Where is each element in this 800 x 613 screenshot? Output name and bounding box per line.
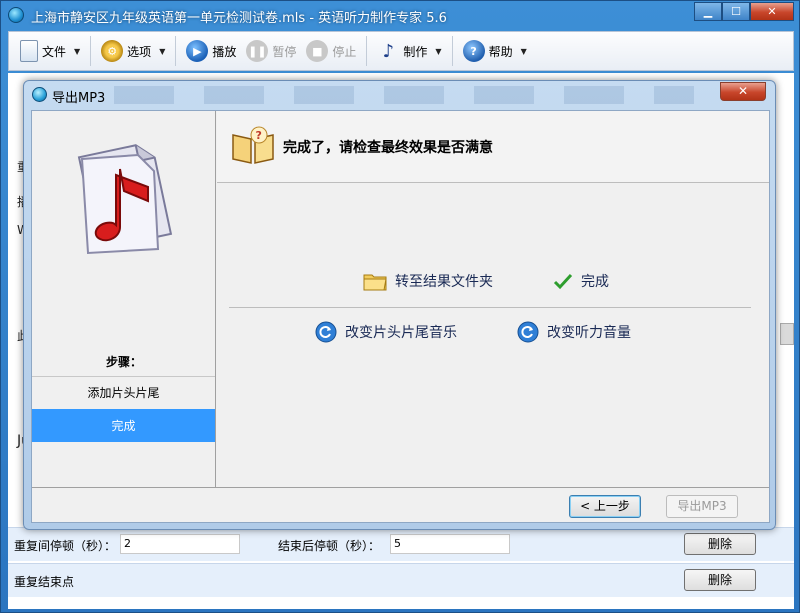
title-bar: 上海市静安区九年级英语第一单元检测试卷.mls - 英语听力制作专家 5.6 ▁…: [1, 1, 799, 29]
maximize-button[interactable]: ☐: [722, 2, 750, 21]
file-menu-label: 文件: [42, 44, 67, 59]
gear-icon: ⚙: [101, 40, 124, 62]
play-label: 播放: [212, 44, 237, 59]
change-listening-volume-label: 改变听力音量: [547, 325, 631, 341]
toolbar-separator: [451, 36, 453, 66]
change-intro-outro-music-link[interactable]: 改变片头片尾音乐: [315, 321, 457, 343]
help-menu-button[interactable]: ? 帮助 ▼: [458, 36, 532, 66]
minimize-button[interactable]: ▁: [694, 2, 722, 21]
steps-label: 步骤：: [105, 355, 142, 369]
content-pane: ? 完成了，请检查最终效果是否满意 转至结果文件夹 完成 改变片头片尾音乐 改变…: [217, 111, 769, 487]
repeat-end-row: 重复结束点 删除: [8, 563, 794, 597]
checkmark-icon: [553, 272, 573, 290]
end-pause-input[interactable]: 5: [390, 534, 510, 554]
finish-label: 完成: [581, 274, 609, 290]
music-file-icon: [77, 144, 173, 255]
toolbar-separator: [175, 36, 177, 66]
toolbar-separator: [366, 36, 368, 66]
stop-label: 停止: [332, 44, 357, 59]
book-help-icon: ?: [232, 126, 274, 164]
help-icon: ?: [462, 40, 485, 62]
scrollbar-thumb[interactable]: [780, 323, 794, 345]
music-note-icon: ♪: [382, 40, 395, 62]
options-menu-button[interactable]: ⚙ 选项 ▼: [96, 36, 170, 66]
play-button[interactable]: ▶ 播放: [181, 36, 241, 66]
stop-button[interactable]: ■ 停止: [301, 36, 361, 66]
step-finish[interactable]: 完成: [32, 409, 215, 442]
dialog-close-button[interactable]: ✕: [720, 82, 766, 101]
app-globe-icon: [8, 7, 24, 23]
play-icon: ▶: [186, 40, 209, 62]
svg-text:?: ?: [256, 129, 262, 142]
pause-icon: ❚❚: [246, 40, 269, 62]
previous-step-button[interactable]: < 上一步: [569, 495, 641, 518]
export-mp3-button[interactable]: 导出MP3: [666, 495, 738, 518]
stop-icon: ■: [306, 40, 329, 62]
step-add-intro-outro[interactable]: 添加片头片尾: [32, 376, 215, 409]
folder-icon: [363, 271, 387, 291]
chevron-down-icon: ▼: [159, 46, 166, 56]
dialog-title: 导出MP3: [52, 91, 106, 106]
export-mp3-dialog: 导出MP3 ✕ 步骤： 添加片头片尾 完成 ? 完成了，请检查最终效果是否满意 …: [23, 80, 776, 530]
completion-heading: 完成了，请检查最终效果是否满意: [283, 140, 493, 156]
chevron-down-icon: ▼: [520, 46, 527, 56]
delete-button[interactable]: 删除: [684, 533, 756, 555]
pause-label: 暂停: [272, 44, 297, 59]
window-controls: ▁ ☐ ✕: [694, 2, 794, 21]
translucent-toolbar-ghost: [114, 86, 694, 104]
window-title: 上海市静安区九年级英语第一单元检测试卷.mls - 英语听力制作专家 5.6: [31, 11, 447, 26]
dialog-header: ? 完成了，请检查最终效果是否满意: [217, 111, 769, 183]
options-menu-label: 选项: [127, 44, 152, 59]
finish-link[interactable]: 完成: [553, 271, 609, 291]
file-menu-button[interactable]: 文件 ▼: [15, 36, 85, 66]
goto-result-folder-link[interactable]: 转至结果文件夹: [363, 271, 493, 291]
document-icon: [20, 40, 38, 62]
make-menu-label: 制作: [403, 44, 428, 59]
goto-result-folder-label: 转至结果文件夹: [395, 274, 493, 290]
dialog-body: 步骤： 添加片头片尾 完成 ? 完成了，请检查最终效果是否满意 转至结果文件夹 …: [31, 110, 770, 523]
change-intro-outro-music-label: 改变片头片尾音乐: [345, 325, 457, 341]
make-menu-button[interactable]: ♪ 制作 ▼: [372, 36, 446, 66]
steps-pane: 步骤： 添加片头片尾 完成: [32, 111, 216, 487]
chevron-down-icon: ▼: [74, 46, 81, 56]
pause-button[interactable]: ❚❚ 暂停: [241, 36, 301, 66]
main-toolbar: 文件 ▼ ⚙ 选项 ▼ ▶ 播放 ❚❚ 暂停 ■ 停止 ♪ 制作 ▼ ? 帮助 …: [8, 31, 794, 71]
toolbar-separator: [90, 36, 92, 66]
change-listening-volume-link[interactable]: 改变听力音量: [517, 321, 631, 343]
section-divider: [229, 307, 751, 308]
delete-button[interactable]: 删除: [684, 569, 756, 591]
chevron-down-icon: ▼: [435, 46, 442, 56]
dialog-globe-icon: [32, 87, 47, 102]
refresh-icon: [517, 321, 539, 343]
repeat-end-label: 重复结束点: [14, 575, 75, 589]
help-menu-label: 帮助: [488, 44, 513, 59]
repeat-pause-label: 重复间停顿（秒）：: [14, 539, 117, 553]
end-pause-label: 结束后停顿（秒）：: [278, 539, 381, 553]
repeat-pause-input[interactable]: 2: [120, 534, 240, 554]
repeat-pause-row: 重复间停顿（秒）： 2 结束后停顿（秒）： 5 删除: [8, 527, 794, 561]
dialog-footer: < 上一步 导出MP3: [32, 487, 769, 522]
refresh-icon: [315, 321, 337, 343]
close-window-button[interactable]: ✕: [750, 2, 794, 21]
